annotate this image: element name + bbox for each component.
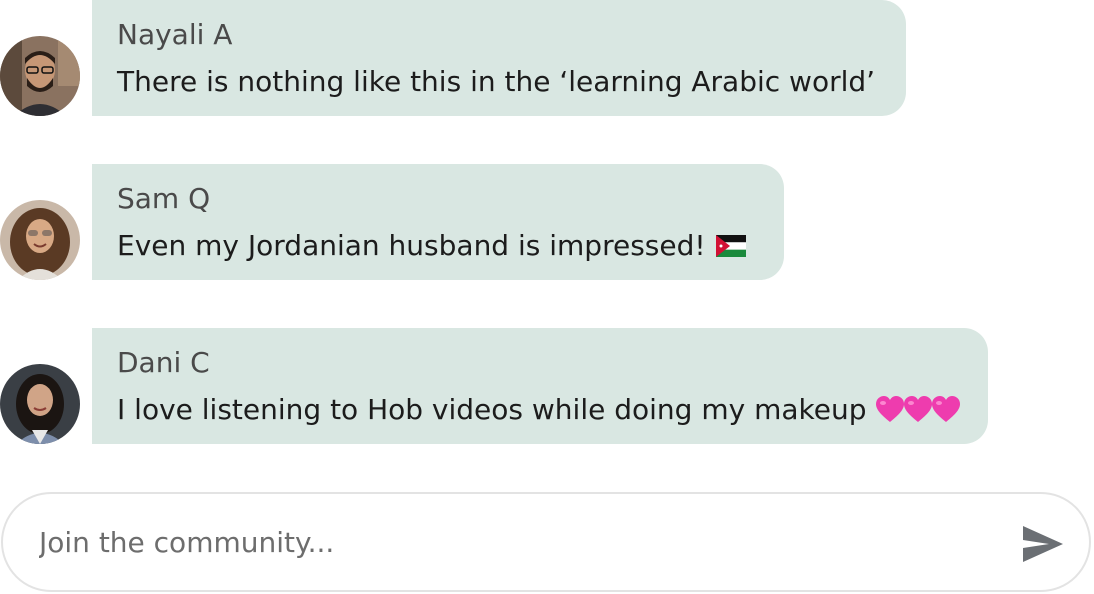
message-text: There is nothing like this in the ‘learn… bbox=[117, 62, 880, 102]
avatar bbox=[0, 36, 80, 116]
curly-hair-woman-avatar-icon bbox=[0, 200, 80, 280]
message-text-content: There is nothing like this in the ‘learn… bbox=[117, 65, 876, 98]
message-bubble: Dani C I love listening to Hob videos wh… bbox=[92, 328, 988, 444]
three-pink-hearts-emoji-icon bbox=[876, 396, 961, 424]
message-author: Dani C bbox=[117, 346, 210, 379]
send-button[interactable] bbox=[1021, 524, 1065, 564]
jordan-flag-emoji-icon bbox=[715, 235, 746, 257]
message-text: Even my Jordanian husband is impressed! bbox=[117, 226, 758, 266]
message-text-content: I love listening to Hob videos while doi… bbox=[117, 393, 867, 426]
avatar bbox=[0, 364, 80, 444]
community-input[interactable] bbox=[39, 518, 999, 566]
message-author: Nayali A bbox=[117, 18, 233, 51]
dark-hair-woman-avatar-icon bbox=[0, 364, 80, 444]
message-author: Sam Q bbox=[117, 182, 211, 215]
send-icon bbox=[1023, 526, 1063, 562]
man-with-glasses-avatar-icon bbox=[0, 36, 80, 116]
message-text-content: Even my Jordanian husband is impressed! bbox=[117, 229, 706, 262]
message-bubble: Nayali A There is nothing like this in t… bbox=[92, 0, 906, 116]
message-text: I love listening to Hob videos while doi… bbox=[117, 390, 962, 430]
composer bbox=[1, 492, 1091, 592]
avatar bbox=[0, 200, 80, 280]
message-bubble: Sam Q Even my Jordanian husband is impre… bbox=[92, 164, 784, 280]
